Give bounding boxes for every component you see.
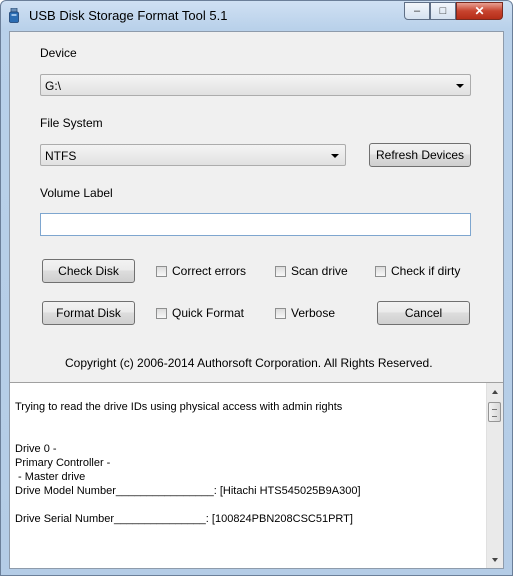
volume-label-input[interactable]: [40, 213, 471, 236]
device-select-value: G:\: [45, 79, 62, 93]
minimize-icon: ‒: [413, 5, 421, 17]
checkbox-box: [275, 265, 286, 277]
log-line: Drive Serial Number_______________: [100…: [15, 513, 353, 525]
check-if-dirty-checkbox[interactable]: Check if dirty: [375, 264, 460, 278]
filesystem-select[interactable]: NTFS: [40, 144, 346, 166]
quick-format-checkbox[interactable]: Quick Format: [156, 306, 244, 320]
scan-drive-checkbox[interactable]: Scan drive: [275, 264, 348, 278]
checkbox-box: [375, 265, 386, 277]
scroll-thumb[interactable]: [488, 402, 501, 422]
scroll-down-button[interactable]: [487, 551, 503, 568]
correct-errors-label: Correct errors: [172, 264, 247, 278]
scan-drive-label: Scan drive: [291, 264, 348, 278]
check-disk-button[interactable]: Check Disk: [42, 259, 135, 283]
log-line: Trying to read the drive IDs using physi…: [15, 401, 343, 413]
arrow-down-icon: [492, 557, 498, 562]
filesystem-label: File System: [40, 116, 103, 130]
filesystem-select-value: NTFS: [45, 149, 77, 163]
minimize-button[interactable]: ‒: [404, 2, 430, 20]
device-select[interactable]: G:\: [40, 74, 471, 96]
close-button[interactable]: ✕: [456, 2, 503, 20]
correct-errors-checkbox[interactable]: Correct errors: [156, 264, 246, 278]
app-window: USB Disk Storage Format Tool 5.1 ‒ □ ✕ D…: [0, 0, 513, 576]
log-line: Drive Model Number________________: [Hit…: [15, 485, 361, 497]
log-output[interactable]: Trying to read the drive IDs using physi…: [10, 382, 503, 568]
format-disk-button[interactable]: Format Disk: [42, 301, 135, 325]
title-bar[interactable]: USB Disk Storage Format Tool 5.1 ‒ □ ✕: [1, 1, 512, 31]
device-label: Device: [40, 46, 77, 60]
usb-drive-icon: [9, 8, 19, 23]
checkbox-box: [275, 307, 286, 319]
scroll-up-button[interactable]: [487, 383, 503, 400]
window-title: USB Disk Storage Format Tool 5.1: [29, 8, 228, 23]
maximize-icon: □: [439, 5, 447, 17]
client-area: Device G:\ File System NTFS Refresh Devi…: [9, 31, 504, 569]
arrow-up-icon: [492, 389, 498, 394]
log-line: Drive 0 -: [15, 443, 57, 455]
log-line: Primary Controller -: [15, 457, 111, 469]
log-line: - Master drive: [15, 471, 86, 483]
checkbox-box: [156, 307, 167, 319]
checkbox-box: [156, 265, 167, 277]
chevron-down-icon: [331, 154, 339, 158]
maximize-button[interactable]: □: [430, 2, 456, 20]
chevron-down-icon: [456, 84, 464, 88]
verbose-checkbox[interactable]: Verbose: [275, 306, 335, 320]
cancel-button[interactable]: Cancel: [377, 301, 470, 325]
close-icon: ✕: [474, 4, 485, 18]
check-if-dirty-label: Check if dirty: [391, 264, 461, 278]
log-scrollbar[interactable]: [486, 383, 503, 568]
quick-format-label: Quick Format: [172, 306, 245, 320]
volume-label-label: Volume Label: [40, 186, 113, 200]
copyright-text: Copyright (c) 2006-2014 Authorsoft Corpo…: [65, 356, 433, 370]
refresh-devices-button[interactable]: Refresh Devices: [369, 143, 471, 167]
verbose-label: Verbose: [291, 306, 336, 320]
